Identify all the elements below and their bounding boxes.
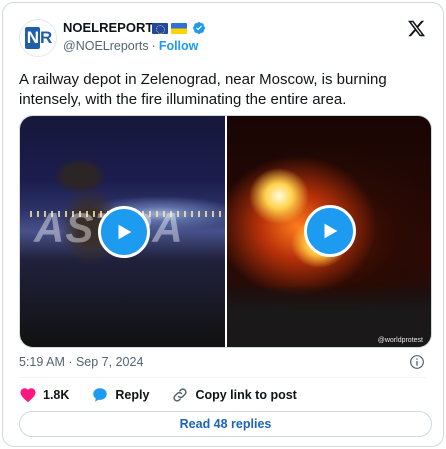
avatar-letter-r: R — [40, 28, 52, 47]
action-bar: 1.8K Reply Copy link to post — [19, 386, 319, 404]
follow-button[interactable]: Follow — [159, 39, 199, 53]
video-left[interactable]: ASTRA — [20, 116, 225, 347]
name-badges — [152, 21, 206, 35]
read-replies-button[interactable]: Read 48 replies — [19, 411, 432, 437]
media-grid: ASTRA @worldprotest — [19, 115, 432, 348]
author-name[interactable]: NOELREPORTS — [63, 20, 162, 35]
reply-bubble-icon — [93, 388, 108, 402]
heart-icon — [20, 388, 36, 403]
like-count: 1.8K — [43, 388, 70, 402]
x-logo-icon[interactable] — [407, 19, 426, 38]
play-button[interactable] — [98, 206, 150, 258]
link-icon — [173, 388, 188, 402]
video-credit: @worldprotest — [377, 337, 423, 344]
author-handle-row: @NOELreports · Follow — [63, 39, 198, 53]
copy-link-button[interactable]: Copy link to post — [171, 386, 297, 404]
reply-button[interactable]: Reply — [91, 386, 149, 404]
reply-label: Reply — [115, 388, 150, 402]
ukraine-flag-icon — [171, 22, 187, 34]
avatar-letter-n: N — [24, 27, 40, 49]
play-icon — [118, 224, 132, 240]
divider-line — [19, 377, 427, 378]
play-button[interactable] — [303, 205, 356, 257]
tweet-text: A railway depot in Zelenograd, near Mosc… — [19, 71, 387, 108]
author-handle[interactable]: @NOELreports — [63, 39, 149, 53]
info-icon[interactable] — [409, 354, 425, 370]
copy-link-label: Copy link to post — [195, 388, 297, 402]
video-right[interactable]: @worldprotest — [226, 116, 431, 347]
eu-flag-icon — [152, 22, 168, 34]
timestamp[interactable]: 5:19 AM · Sep 7, 2024 — [19, 355, 143, 369]
verified-badge-icon — [193, 22, 205, 34]
like-button[interactable]: 1.8K — [19, 386, 69, 404]
avatar[interactable]: NR — [19, 19, 57, 57]
separator-dot: · — [151, 39, 156, 53]
tweet-card: NR NOELREPORTS @NOELreports · Follow A rai… — [2, 2, 444, 447]
play-icon — [324, 223, 338, 239]
